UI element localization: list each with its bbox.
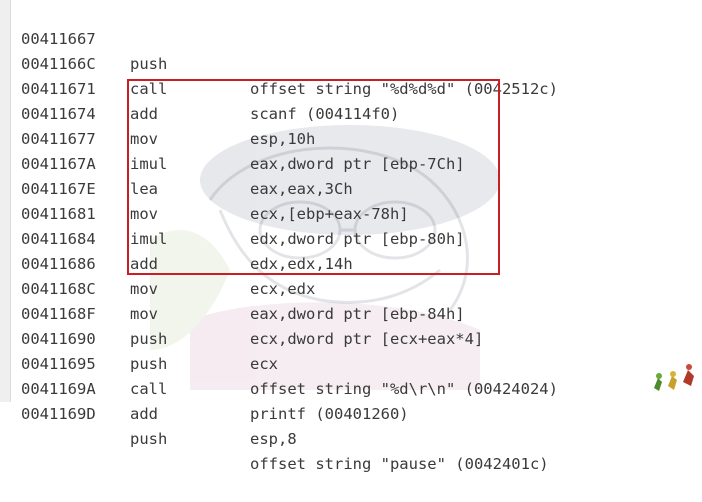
code-line[interactable]: 00411667 push offset string "%d%d%d" (00… [0, 2, 702, 98]
mnemonic: push [130, 430, 168, 448]
mnemonic: add [130, 405, 158, 423]
decorative-logo-icon [654, 364, 694, 391]
code-line[interactable]: 0041166C call scanf (004114f0) [0, 27, 702, 123]
highlight-box [127, 79, 500, 275]
code-line[interactable]: 00411695 call printf (00401260) [0, 327, 702, 423]
code-line[interactable]: 00411690 push offset string "%d\r\n" (00… [0, 302, 702, 398]
operands: esp,8 [250, 430, 297, 448]
code-line[interactable]: 00411671 add esp,10h [0, 52, 702, 148]
address: 0041169D [21, 405, 96, 423]
code-line[interactable]: 0041169D push offset string "pause" (004… [0, 377, 702, 473]
operands: printf (00401260) [250, 405, 409, 423]
operands: offset string "pause" (0042401c) [250, 455, 549, 473]
code-line[interactable]: 0041169A add esp,8 [0, 352, 702, 448]
code-line[interactable]: 0041168F push ecx [0, 277, 702, 373]
